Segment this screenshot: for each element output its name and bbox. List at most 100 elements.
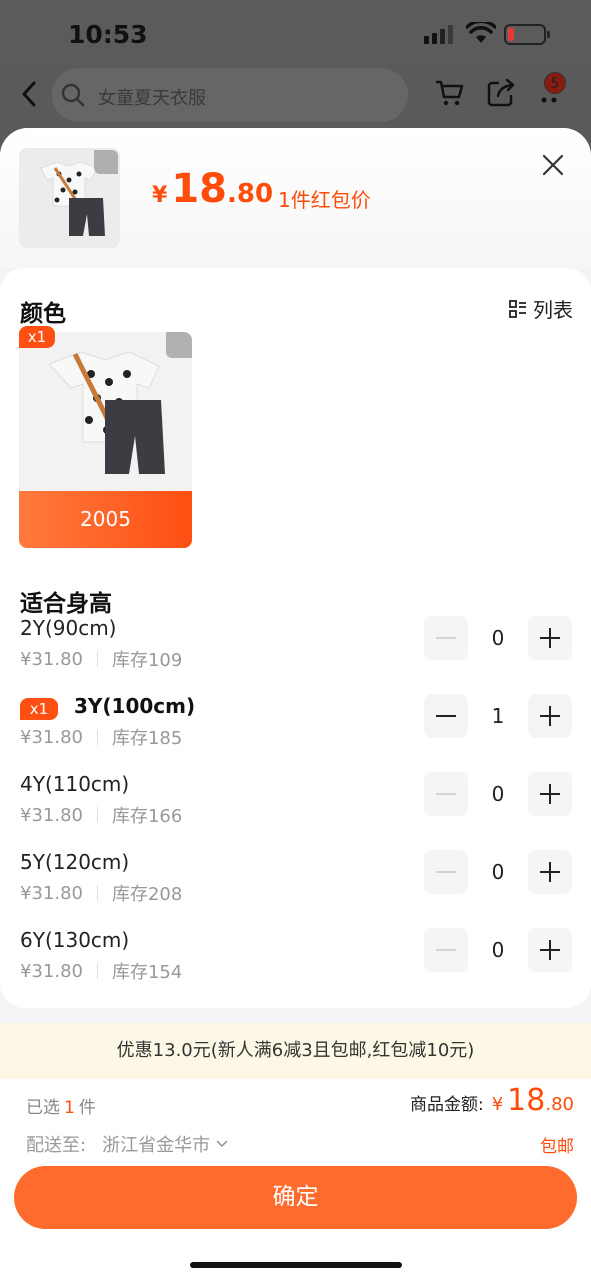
quantity-value[interactable]: 0 bbox=[468, 860, 528, 884]
search-input[interactable]: 女童夏天衣服 bbox=[52, 68, 408, 122]
price-integer: 18 bbox=[171, 166, 227, 212]
back-icon[interactable] bbox=[18, 80, 42, 108]
chevron-down-icon bbox=[216, 1140, 228, 1148]
home-indicator bbox=[190, 1262, 402, 1268]
list-view-toggle[interactable]: 列表 bbox=[509, 294, 573, 323]
color-option[interactable]: 2005 bbox=[19, 332, 192, 548]
quantity-stepper: 0 bbox=[424, 616, 572, 660]
size-stock: 库存208 bbox=[111, 884, 183, 905]
size-meta: ¥31.80 库存208 bbox=[20, 880, 182, 906]
sku-options-card: 颜色 列表 2005 x1 适合身高 2Y(90cm) ¥31.80 库存109… bbox=[0, 268, 591, 1008]
divider bbox=[96, 885, 98, 901]
color-qty-tag: x1 bbox=[19, 326, 55, 348]
quantity-value[interactable]: 0 bbox=[468, 782, 528, 806]
selected-count: 已选 1 件 bbox=[26, 1098, 96, 1118]
more-menu-button[interactable]: 5 bbox=[536, 72, 576, 114]
divider bbox=[96, 729, 98, 745]
share-icon[interactable] bbox=[486, 78, 516, 108]
size-stock: 库存154 bbox=[111, 962, 183, 983]
increase-button[interactable] bbox=[528, 772, 572, 816]
size-price: ¥31.80 bbox=[20, 960, 83, 982]
increase-button[interactable] bbox=[528, 616, 572, 660]
price-currency: ¥ bbox=[152, 183, 168, 208]
size-stock: 库存109 bbox=[111, 650, 183, 671]
expand-icon[interactable] bbox=[166, 332, 192, 358]
price-decimal: .80 bbox=[226, 179, 274, 209]
search-icon bbox=[61, 83, 85, 107]
minus-icon bbox=[436, 715, 456, 717]
size-meta: ¥31.80 库存109 bbox=[20, 646, 182, 672]
battery-icon bbox=[504, 24, 550, 45]
checkout-footer: 已选 1 件 商品金额: ¥ 18 .80 配送至: 浙江省金华市 包邮 确定 bbox=[0, 1079, 591, 1280]
amount-label: 商品金额: bbox=[409, 1095, 484, 1115]
increase-button[interactable] bbox=[528, 850, 572, 894]
list-grid-icon bbox=[509, 299, 526, 318]
confirm-button[interactable]: 确定 bbox=[14, 1166, 577, 1229]
decrease-button[interactable] bbox=[424, 772, 468, 816]
close-icon[interactable] bbox=[538, 150, 568, 180]
size-row: 5Y(120cm) ¥31.80 库存208 0 bbox=[0, 850, 591, 928]
size-meta: ¥31.80 库存185 bbox=[20, 724, 182, 750]
decrease-button[interactable] bbox=[424, 928, 468, 972]
promo-banner: 优惠13.0元(新人满6减3且包邮,红包减10元) bbox=[0, 1023, 591, 1079]
size-price: ¥31.80 bbox=[20, 882, 83, 904]
size-name: 4Y(110cm) bbox=[20, 772, 130, 796]
size-stock: 库存166 bbox=[111, 806, 183, 827]
size-row: 4Y(110cm) ¥31.80 库存166 0 bbox=[0, 772, 591, 850]
size-price: ¥31.80 bbox=[20, 726, 83, 748]
top-nav: 女童夏天衣服 5 bbox=[0, 66, 591, 128]
increase-button[interactable] bbox=[528, 928, 572, 972]
product-thumbnail[interactable] bbox=[19, 148, 120, 248]
size-meta: ¥31.80 库存154 bbox=[20, 958, 182, 984]
size-qty-tag: x1 bbox=[20, 698, 58, 720]
quantity-stepper: 1 bbox=[424, 694, 572, 738]
size-price: ¥31.80 bbox=[20, 804, 83, 826]
more-dots-icon bbox=[541, 97, 557, 103]
divider bbox=[96, 651, 98, 667]
quantity-value[interactable]: 0 bbox=[468, 938, 528, 962]
sku-selector-sheet: ¥ 18 .80 1件红包价 颜色 列表 2005 x1 适合身高 2Y(90c… bbox=[0, 128, 591, 1280]
size-stock: 库存185 bbox=[111, 728, 183, 749]
ship-address: 浙江省金华市 bbox=[102, 1135, 211, 1156]
total-amount: 商品金额: ¥ 18 .80 bbox=[409, 1083, 574, 1118]
status-time: 10:53 bbox=[68, 20, 148, 49]
size-section-title: 适合身高 bbox=[20, 591, 112, 617]
minus-icon bbox=[436, 637, 456, 639]
size-row: 2Y(90cm) ¥31.80 库存109 0 bbox=[0, 616, 591, 694]
divider bbox=[96, 807, 98, 823]
quantity-stepper: 0 bbox=[424, 850, 572, 894]
minus-icon bbox=[436, 949, 456, 951]
decrease-button[interactable] bbox=[424, 850, 468, 894]
header-price: ¥ 18 .80 bbox=[152, 166, 273, 212]
color-option-image bbox=[48, 351, 165, 474]
increase-button[interactable] bbox=[528, 694, 572, 738]
wifi-icon bbox=[466, 22, 496, 43]
size-name: 3Y(100cm) bbox=[74, 694, 196, 718]
quantity-value[interactable]: 1 bbox=[468, 704, 528, 728]
status-bar: 10:53 bbox=[0, 0, 591, 66]
divider bbox=[96, 963, 98, 979]
shipping-address-selector[interactable]: 配送至: 浙江省金华市 bbox=[26, 1131, 230, 1157]
decrease-button[interactable] bbox=[424, 616, 468, 660]
quantity-value[interactable]: 0 bbox=[468, 626, 528, 650]
cart-icon[interactable] bbox=[434, 78, 464, 108]
search-placeholder: 女童夏天衣服 bbox=[98, 88, 206, 109]
decrease-button[interactable] bbox=[424, 694, 468, 738]
expand-icon[interactable] bbox=[94, 150, 118, 174]
color-section-title: 颜色 bbox=[20, 301, 66, 327]
ship-label: 配送至: bbox=[26, 1135, 87, 1156]
list-toggle-label: 列表 bbox=[533, 298, 573, 322]
size-price: ¥31.80 bbox=[20, 648, 83, 670]
size-name: 2Y(90cm) bbox=[20, 616, 117, 640]
size-meta: ¥31.80 库存166 bbox=[20, 802, 182, 828]
quantity-stepper: 0 bbox=[424, 928, 572, 972]
sheet-header: ¥ 18 .80 1件红包价 bbox=[0, 128, 591, 268]
color-option-label: 2005 bbox=[19, 491, 192, 548]
quantity-stepper: 0 bbox=[424, 772, 572, 816]
size-name: 6Y(130cm) bbox=[20, 928, 130, 952]
signal-icon bbox=[424, 24, 453, 44]
minus-icon bbox=[436, 793, 456, 795]
minus-icon bbox=[436, 871, 456, 873]
free-shipping-note: 包邮 bbox=[540, 1137, 574, 1157]
size-row: x1 3Y(100cm) ¥31.80 库存185 1 bbox=[0, 694, 591, 772]
